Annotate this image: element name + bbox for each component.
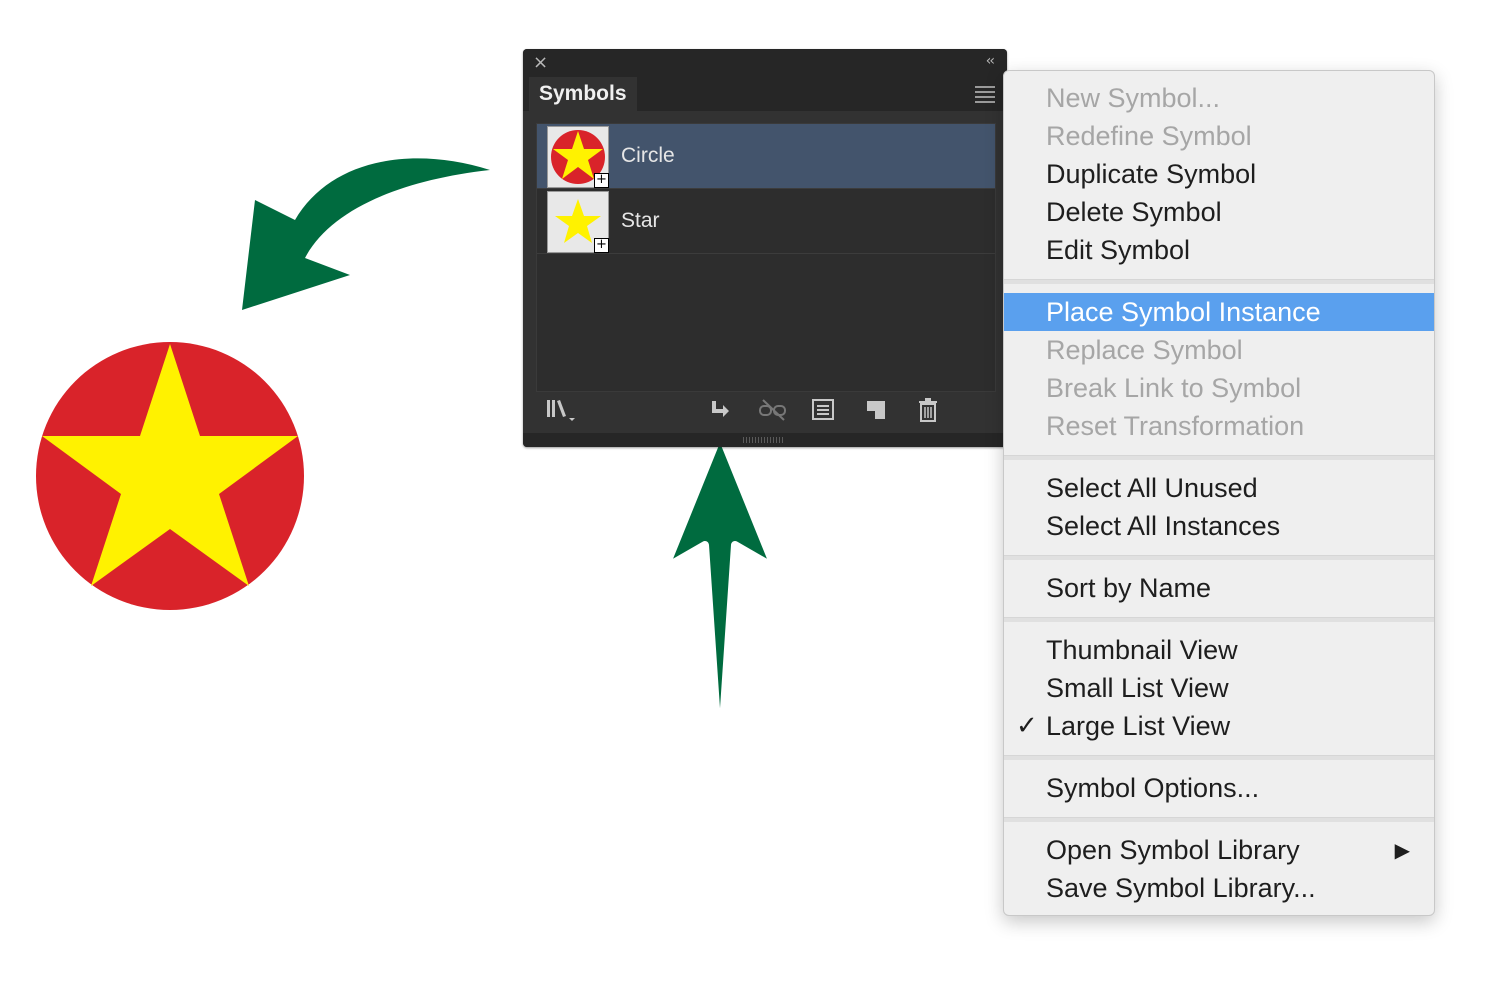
symbols-panel: × ‹‹ Symbols + Circle + Star bbox=[523, 49, 1007, 447]
menu-item-symbol-options[interactable]: Symbol Options... bbox=[1004, 769, 1434, 807]
menu-item-new-symbol[interactable]: New Symbol... bbox=[1004, 79, 1434, 117]
tab-symbols[interactable]: Symbols bbox=[529, 77, 637, 111]
menu-item-small-list-view[interactable]: Small List View bbox=[1004, 669, 1434, 707]
place-instance-icon[interactable] bbox=[707, 397, 733, 423]
checkmark-icon: ✓ bbox=[1016, 711, 1038, 741]
trash-icon[interactable] bbox=[915, 397, 941, 423]
symbol-name: Star bbox=[621, 209, 660, 232]
plus-icon: + bbox=[594, 173, 609, 188]
menu-item-break-link[interactable]: Break Link to Symbol bbox=[1004, 369, 1434, 407]
menu-item-edit-symbol[interactable]: Edit Symbol bbox=[1004, 231, 1434, 269]
menu-separator bbox=[1004, 455, 1434, 460]
plus-icon: + bbox=[594, 238, 609, 253]
menu-item-redefine-symbol[interactable]: Redefine Symbol bbox=[1004, 117, 1434, 155]
menu-separator bbox=[1004, 555, 1434, 560]
resize-grip-icon[interactable] bbox=[743, 437, 783, 443]
symbol-list: + Circle + Star bbox=[536, 123, 996, 392]
new-symbol-icon[interactable] bbox=[863, 397, 889, 423]
menu-separator bbox=[1004, 817, 1434, 822]
menu-item-replace-symbol[interactable]: Replace Symbol bbox=[1004, 331, 1434, 369]
symbol-row-circle[interactable]: + Circle bbox=[537, 124, 995, 189]
symbol-name: Circle bbox=[621, 144, 675, 167]
panel-toolbar bbox=[523, 397, 1007, 427]
curved-arrow-annotation bbox=[242, 158, 490, 310]
menu-item-delete-symbol[interactable]: Delete Symbol bbox=[1004, 193, 1434, 231]
star-thumbnail-icon: + bbox=[547, 191, 609, 253]
collapse-icon[interactable]: ‹‹ bbox=[986, 53, 995, 69]
break-link-icon[interactable] bbox=[757, 397, 789, 423]
menu-item-select-all-unused[interactable]: Select All Unused bbox=[1004, 469, 1434, 507]
menu-item-reset-transformation[interactable]: Reset Transformation bbox=[1004, 407, 1434, 445]
circle-star-thumbnail-icon: + bbox=[547, 126, 609, 188]
symbol-options-icon[interactable] bbox=[810, 397, 836, 423]
menu-item-thumbnail-view[interactable]: Thumbnail View bbox=[1004, 631, 1434, 669]
panel-bottom-bar bbox=[523, 433, 1007, 447]
menu-item-duplicate-symbol[interactable]: Duplicate Symbol bbox=[1004, 155, 1434, 193]
menu-separator bbox=[1004, 755, 1434, 760]
menu-item-place-symbol-instance[interactable]: Place Symbol Instance bbox=[1004, 293, 1434, 331]
panel-tabbar: Symbols bbox=[523, 77, 1007, 111]
symbol-instance-artwork bbox=[36, 342, 304, 610]
menu-item-select-all-instances[interactable]: Select All Instances bbox=[1004, 507, 1434, 545]
panel-flyout-menu: New Symbol... Redefine Symbol Duplicate … bbox=[1003, 70, 1435, 916]
menu-separator bbox=[1004, 617, 1434, 622]
menu-separator bbox=[1004, 279, 1434, 284]
submenu-arrow-icon: ▶ bbox=[1394, 838, 1410, 862]
panel-menu-icon[interactable] bbox=[973, 83, 997, 105]
panel-titlebar: × ‹‹ bbox=[523, 49, 1007, 77]
up-arrow-annotation bbox=[661, 428, 779, 742]
close-icon[interactable]: × bbox=[533, 53, 548, 73]
menu-item-open-symbol-library[interactable]: Open Symbol Library ▶ bbox=[1004, 831, 1434, 869]
menu-item-save-symbol-library[interactable]: Save Symbol Library... bbox=[1004, 869, 1434, 907]
menu-item-sort-by-name[interactable]: Sort by Name bbox=[1004, 569, 1434, 607]
symbol-row-star[interactable]: + Star bbox=[537, 189, 995, 254]
menu-item-large-list-view[interactable]: ✓ Large List View bbox=[1004, 707, 1434, 745]
symbol-library-icon[interactable] bbox=[545, 397, 581, 423]
